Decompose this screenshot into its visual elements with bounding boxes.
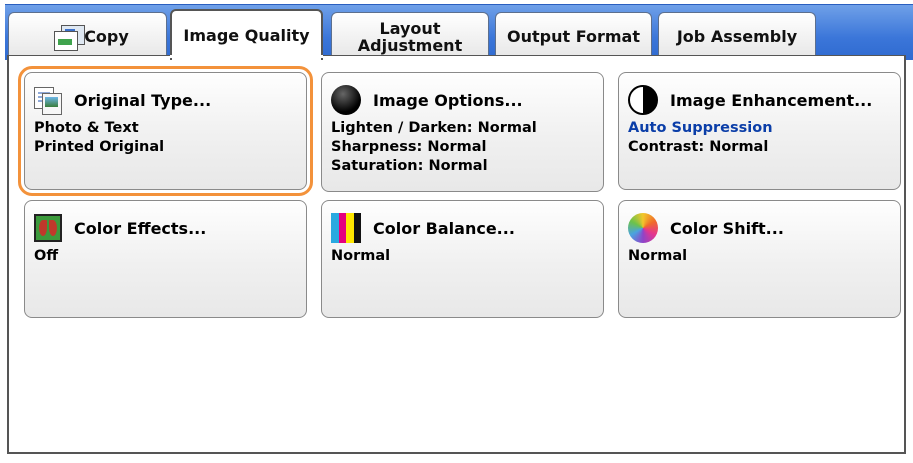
image-options-title: Image Options... [373, 90, 523, 110]
tab-image-quality-label: Image Quality [183, 26, 310, 45]
color-shift-value: Normal [628, 248, 688, 264]
image-options-value-1: Lighten / Darken: Normal [331, 120, 537, 136]
color-balance-value: Normal [331, 248, 391, 264]
tab-layout-adjustment-label: Layout Adjustment [357, 18, 463, 55]
image-options-button[interactable]: Image Options... Lighten / Darken: Norma… [321, 72, 604, 192]
color-bars-icon [331, 213, 361, 243]
color-effects-title: Color Effects... [74, 218, 207, 238]
original-type-icon [34, 87, 62, 115]
original-type-value-1: Photo & Text [34, 120, 139, 136]
image-options-value-2: Sharpness: Normal [331, 139, 487, 155]
image-enhancement-title: Image Enhancement... [670, 90, 873, 110]
copy-image-quality-screen: Copy Image Quality Layout Adjustment Out… [0, 0, 913, 463]
tab-copy[interactable]: Copy [8, 12, 167, 60]
image-enhancement-value-1: Auto Suppression [628, 120, 773, 136]
image-enhancement-button[interactable]: Image Enhancement... Auto Suppression Co… [618, 72, 901, 190]
image-options-value-3: Saturation: Normal [331, 158, 488, 174]
tab-output-format-label: Output Format [507, 27, 640, 46]
butterfly-icon [34, 214, 62, 242]
tab-bar: Copy Image Quality Layout Adjustment Out… [5, 4, 913, 60]
tab-output-format[interactable]: Output Format [495, 12, 652, 60]
color-wheel-icon [628, 213, 658, 243]
color-balance-button[interactable]: Color Balance... Normal [321, 200, 604, 318]
original-type-title: Original Type... [74, 90, 212, 110]
settings-panel: Original Type... Photo & Text Printed Or… [7, 56, 906, 454]
color-shift-title: Color Shift... [670, 218, 784, 238]
color-effects-button[interactable]: Color Effects... Off [24, 200, 307, 318]
copy-icon [46, 24, 86, 51]
color-shift-button[interactable]: Color Shift... Normal [618, 200, 901, 318]
tab-image-quality[interactable]: Image Quality [170, 9, 323, 60]
image-enhancement-value-2: Contrast: Normal [628, 139, 769, 155]
black-ball-icon [331, 85, 361, 115]
original-type-value-2: Printed Original [34, 139, 165, 155]
original-type-button[interactable]: Original Type... Photo & Text Printed Or… [18, 66, 313, 196]
active-tab-joint [170, 55, 323, 58]
tab-job-assembly[interactable]: Job Assembly [658, 12, 816, 60]
contrast-icon [628, 85, 658, 115]
tab-layout-adjustment[interactable]: Layout Adjustment [331, 12, 489, 60]
tab-job-assembly-label: Job Assembly [676, 27, 798, 46]
color-effects-value: Off [34, 248, 59, 264]
color-balance-title: Color Balance... [373, 218, 515, 238]
tab-copy-label: Copy [84, 27, 129, 46]
